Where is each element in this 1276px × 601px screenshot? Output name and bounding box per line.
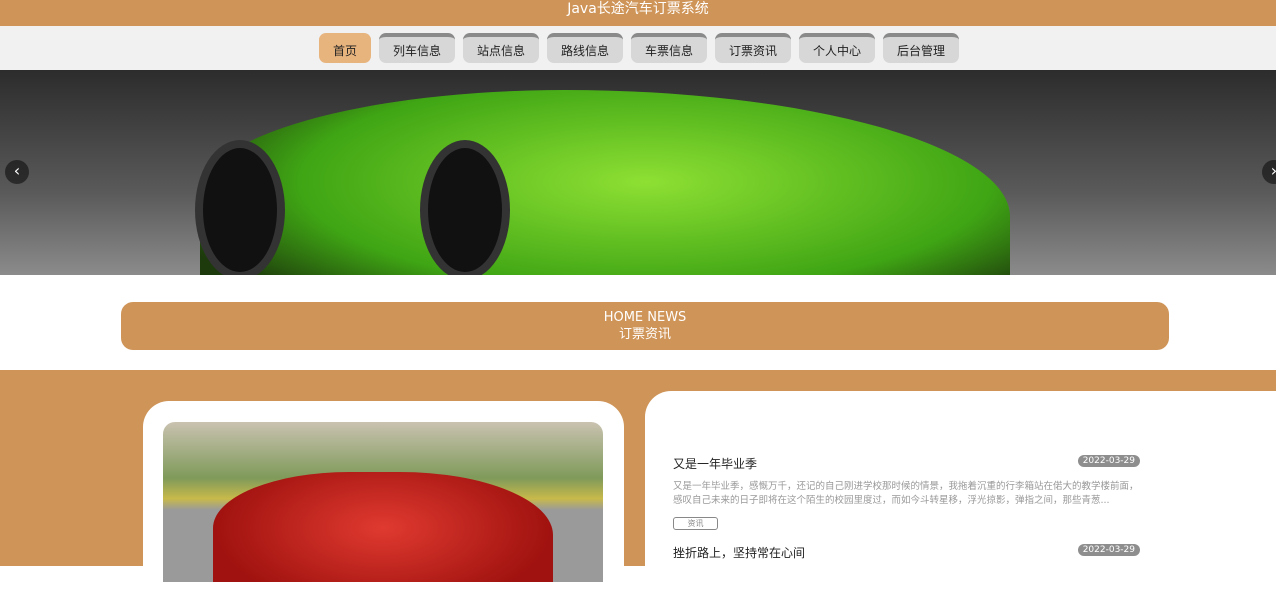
nav-ticket-info[interactable]: 车票信息	[631, 33, 708, 63]
section-title-cn: 订票资讯	[618, 327, 671, 342]
nav-admin[interactable]: 后台管理	[883, 33, 960, 63]
news-summary: 又是一年毕业季，感慨万千，还记的自己刚进学校那时候的情景，我拖着沉重的行李箱站在…	[673, 481, 1139, 506]
carousel-next-button[interactable]: ›	[1262, 160, 1276, 184]
nav-route-info[interactable]: 路线信息	[546, 33, 623, 63]
banner-image	[200, 90, 1010, 275]
carousel-banner[interactable]: ‹ ›	[0, 70, 1276, 275]
news-tag[interactable]: 资讯	[673, 517, 718, 530]
news-date: 2022-03-29	[1077, 544, 1140, 556]
site-title: Java长途汽车订票系统	[567, 1, 709, 17]
nav-personal-center[interactable]: 个人中心	[799, 33, 876, 63]
news-title[interactable]: 又是一年毕业季	[673, 455, 1140, 472]
site-header: Java长途汽车订票系统	[0, 0, 1276, 26]
nav-home[interactable]: 首页	[318, 33, 371, 63]
nav-booking-news[interactable]: 订票资讯	[715, 33, 792, 63]
main-nav: 首页 列车信息 站点信息 路线信息 车票信息 订票资讯 个人中心 后台管理	[0, 26, 1276, 70]
news-item[interactable]: 又是一年毕业季 2022-03-29 又是一年毕业季，感慨万千，还记的自己刚进学…	[673, 455, 1140, 530]
carousel-prev-button[interactable]: ‹	[5, 160, 29, 184]
featured-news-image[interactable]	[163, 422, 603, 582]
section-title-en: HOME NEWS	[603, 310, 687, 325]
section-header: HOME NEWS 订票资讯	[121, 302, 1169, 350]
nav-station-info[interactable]: 站点信息	[462, 33, 539, 63]
news-item[interactable]: 挫折路上，坚持常在心间 2022-03-29	[673, 544, 1140, 561]
nav-train-info[interactable]: 列车信息	[378, 33, 455, 63]
news-title[interactable]: 挫折路上，坚持常在心间	[673, 544, 1140, 561]
banner-wheel	[420, 140, 510, 275]
banner-wheel	[195, 140, 285, 275]
news-date: 2022-03-29	[1077, 455, 1140, 467]
